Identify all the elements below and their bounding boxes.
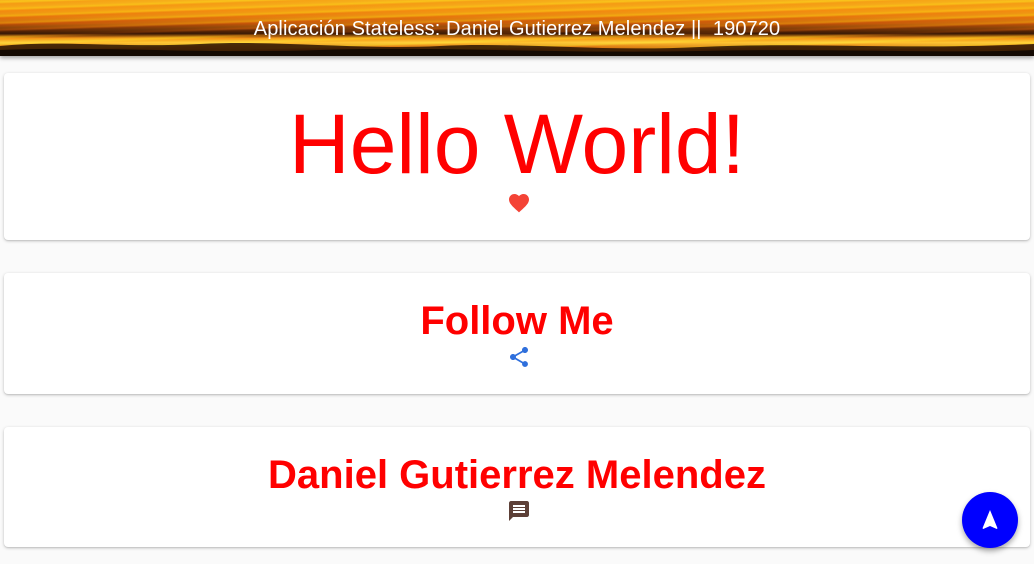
comment-icon: [509, 501, 529, 521]
app-bar: Aplicación Stateless: Daniel Gutierrez M…: [0, 0, 1034, 56]
navigation-arrow-icon: [982, 510, 998, 529]
follow-me-text: Follow Me: [420, 299, 614, 343]
share-icon: [510, 347, 528, 367]
follow-me-card: Follow Me: [4, 273, 1030, 394]
name-card: Daniel Gutierrez Melendez: [4, 427, 1030, 547]
app-bar-title: Aplicación Stateless: Daniel Gutierrez M…: [253, 18, 781, 40]
floating-action-button[interactable]: [962, 492, 1018, 548]
author-name-text: Daniel Gutierrez Melendez: [268, 453, 766, 497]
hello-world-card: Hello World!: [4, 73, 1030, 240]
heart-icon: [509, 194, 529, 213]
hello-world-text: Hello World!: [289, 97, 745, 191]
